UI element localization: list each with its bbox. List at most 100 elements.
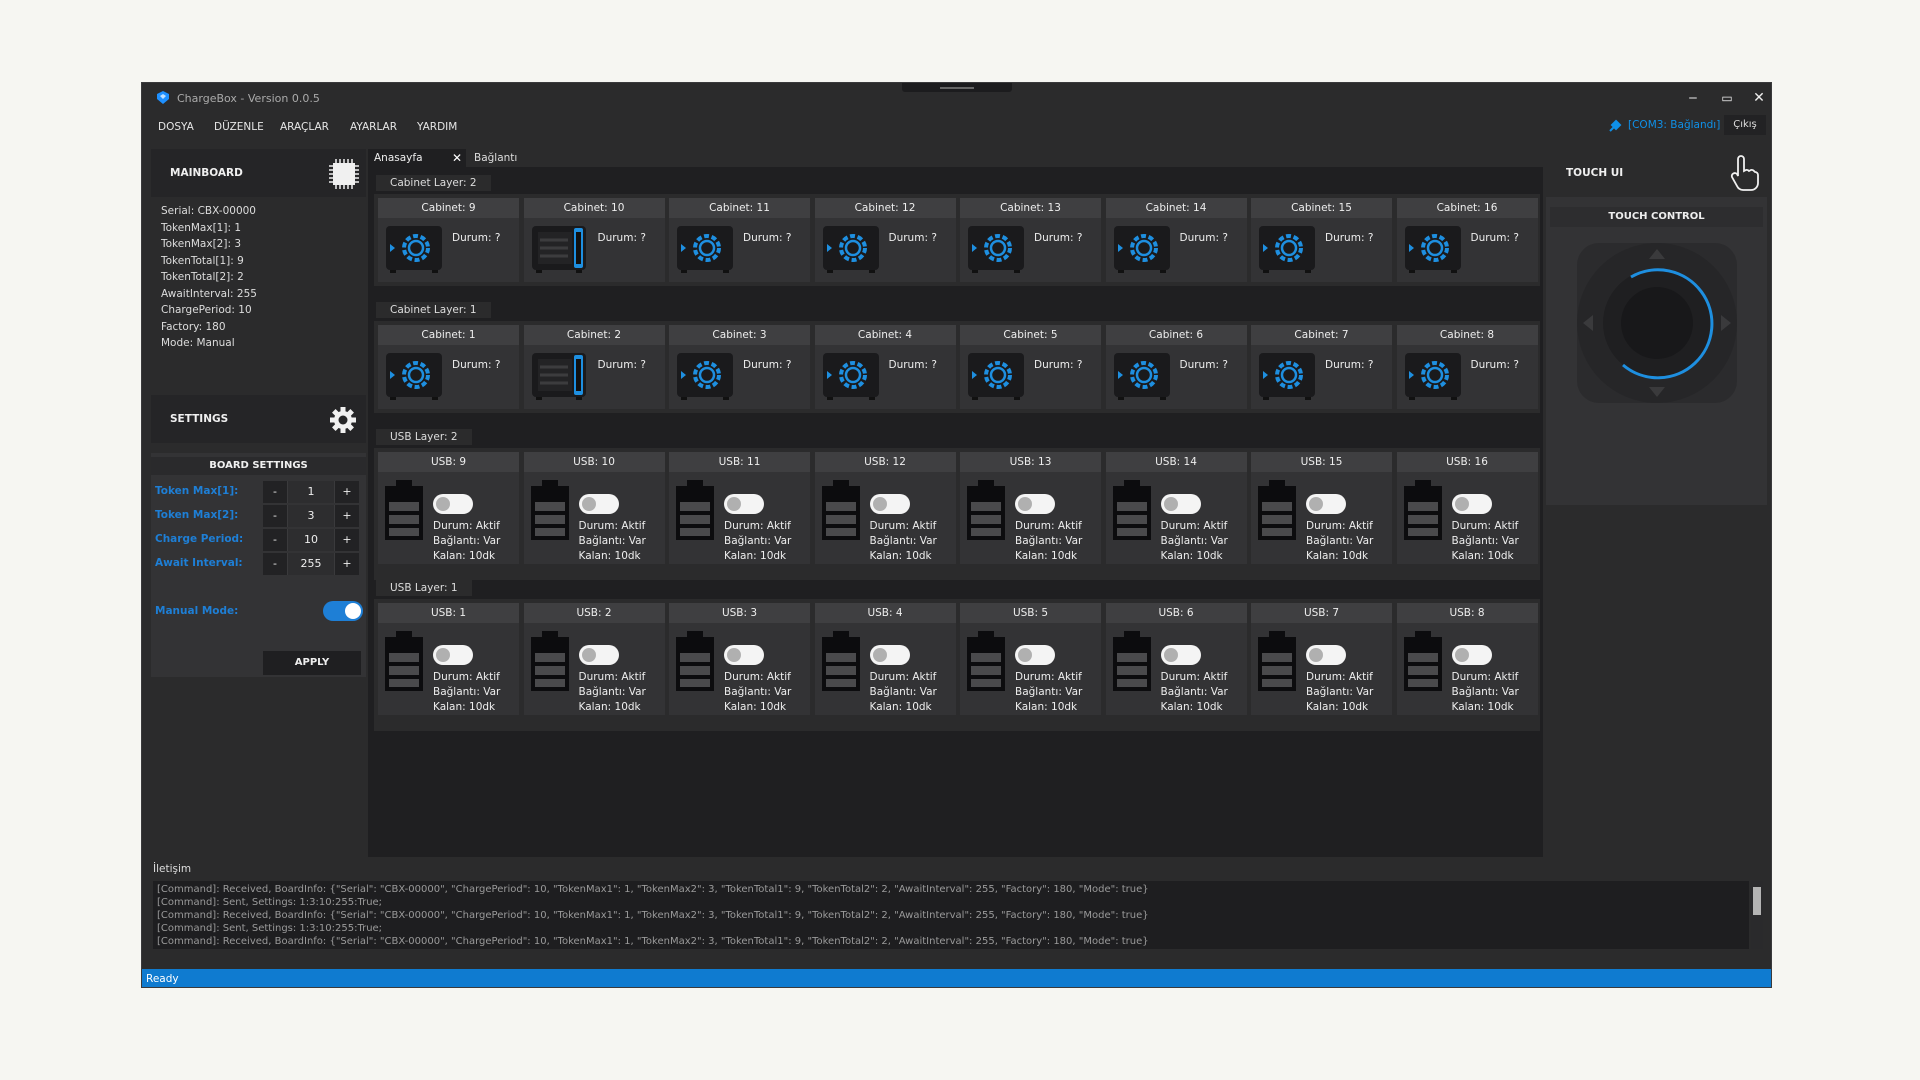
setting-label: Token Max[2]: — [155, 509, 239, 521]
setting-value-input[interactable]: 10 — [287, 529, 335, 551]
usb-status: Durum: Aktif — [1451, 671, 1519, 683]
decrement-button[interactable]: - — [263, 481, 287, 503]
cabinet-safe-icon — [677, 353, 733, 400]
usb-card[interactable]: USB: 7 Durum: Aktif Bağlantı: Var Kalan: 10… — [1251, 603, 1392, 715]
cabinet-card[interactable]: Cabinet: 3 Durum: ? — [669, 325, 810, 409]
decrement-button[interactable]: - — [263, 553, 287, 575]
menu-dosya[interactable]: DOSYA — [158, 121, 194, 133]
usb-card[interactable]: USB: 5 Durum: Aktif Bağlantı: Var Kalan: 10… — [960, 603, 1101, 715]
cabinet-card[interactable]: Cabinet: 2 Durum: ? — [523, 325, 665, 409]
cabinet-card[interactable]: Cabinet: 10 Durum: ? — [523, 198, 665, 282]
usb-card[interactable]: USB: 9 Durum: Aktif Bağlantı: Var Kalan: 10… — [378, 452, 519, 564]
increment-button[interactable]: + — [335, 553, 359, 575]
usb-card[interactable]: USB: 11 Durum: Aktif Bağlantı: Var Kalan: 1… — [669, 452, 810, 564]
hand-pointer-icon[interactable] — [1726, 155, 1760, 191]
usb-power-toggle[interactable] — [1306, 494, 1346, 514]
log-output[interactable]: [Command]: Received, BoardInfo: {"Serial… — [153, 881, 1749, 949]
menu-ayarlar[interactable]: AYARLAR — [350, 121, 397, 133]
cabinet-status: Durum: ? — [452, 232, 501, 244]
usb-power-toggle[interactable] — [1160, 494, 1201, 514]
increment-button[interactable]: + — [335, 481, 359, 503]
setting-value-input[interactable]: 1 — [287, 481, 335, 503]
cabinet-card[interactable]: Cabinet: 16 Durum: ? — [1396, 198, 1538, 282]
usb-card[interactable]: USB: 3 Durum: Aktif Bağlantı: Var Kalan: 10… — [669, 603, 810, 715]
cabinet-card[interactable]: Cabinet: 8 Durum: ? — [1396, 325, 1538, 409]
cabinet-card[interactable]: Cabinet: 7 Durum: ? — [1251, 325, 1392, 409]
status-text: Ready — [146, 973, 179, 985]
tab-close-icon[interactable]: ✕ — [452, 149, 462, 167]
cabinet-status: Durum: ? — [1325, 359, 1374, 371]
usb-card[interactable]: USB: 2 Durum: Aktif Bağlantı: Var Kalan: 10… — [523, 603, 665, 715]
usb-power-toggle[interactable] — [433, 494, 473, 514]
usb-power-toggle[interactable] — [1451, 494, 1492, 514]
increment-button[interactable]: + — [335, 529, 359, 551]
menu-yardim[interactable]: YARDIM — [417, 121, 457, 133]
setting-value-input[interactable]: 255 — [287, 553, 335, 575]
usb-card[interactable]: USB: 8 Durum: Aktif Bağlantı: Var Kalan: 10… — [1396, 603, 1538, 715]
manual-mode-toggle[interactable] — [323, 601, 363, 621]
usb-card[interactable]: USB: 1 Durum: Aktif Bağlantı: Var Kalan: 10… — [378, 603, 519, 715]
usb-connection: Bağlantı: Var — [1306, 535, 1374, 547]
menu-araclar[interactable]: ARAÇLAR — [280, 121, 329, 133]
usb-power-toggle[interactable] — [869, 494, 910, 514]
title-bar[interactable]: ChargeBox - Version 0.0.5 ‒ ▭ ✕ — [142, 83, 1771, 113]
cabinet-card[interactable]: Cabinet: 11 Durum: ? — [669, 198, 810, 282]
usb-power-toggle[interactable] — [724, 645, 764, 665]
usb-card[interactable]: USB: 14 Durum: Aktif Bağlantı: Var Kalan: 1… — [1105, 452, 1247, 564]
usb-power-toggle[interactable] — [1160, 645, 1201, 665]
touch-ui-title: TOUCH UI — [1566, 167, 1624, 179]
cabinet-card[interactable]: Cabinet: 14 Durum: ? — [1105, 198, 1247, 282]
usb-connection: Bağlantı: Var — [578, 686, 646, 698]
cabinet-card[interactable]: Cabinet: 6 Durum: ? — [1105, 325, 1247, 409]
usb-name: USB: 5 — [960, 603, 1101, 623]
gear-icon[interactable] — [328, 405, 358, 435]
cabinet-card[interactable]: Cabinet: 5 Durum: ? — [960, 325, 1101, 409]
usb-power-toggle[interactable] — [1306, 645, 1346, 665]
usb-power-toggle[interactable] — [1015, 494, 1055, 514]
usb-name: USB: 12 — [814, 452, 956, 472]
usb-connection: Bağlantı: Var — [433, 686, 501, 698]
usb-card[interactable]: USB: 10 Durum: Aktif Bağlantı: Var Kalan: 1… — [523, 452, 665, 564]
logout-button[interactable]: Çıkış — [1724, 115, 1766, 135]
cabinet-card[interactable]: Cabinet: 13 Durum: ? — [960, 198, 1101, 282]
maximize-button[interactable]: ▭ — [1716, 87, 1738, 109]
decrement-button[interactable]: - — [263, 529, 287, 551]
usb-remaining: Kalan: 10dk — [433, 550, 496, 562]
joystick-control[interactable] — [1571, 237, 1743, 409]
usb-power-toggle[interactable] — [1015, 645, 1055, 665]
drag-grip[interactable] — [902, 83, 1012, 92]
usb-card[interactable]: USB: 16 Durum: Aktif Bağlantı: Var Kalan: 1… — [1396, 452, 1538, 564]
decrement-button[interactable]: - — [263, 505, 287, 527]
usb-card[interactable]: USB: 15 Durum: Aktif Bağlantı: Var Kalan: 1… — [1251, 452, 1392, 564]
log-line: [Command]: Received, BoardInfo: {"Serial… — [157, 884, 1149, 895]
usb-card[interactable]: USB: 4 Durum: Aktif Bağlantı: Var Kalan: 10… — [814, 603, 956, 715]
setting-value-input[interactable]: 3 — [287, 505, 335, 527]
usb-power-toggle[interactable] — [869, 645, 910, 665]
cabinet-card[interactable]: Cabinet: 12 Durum: ? — [814, 198, 956, 282]
cabinet-card[interactable]: Cabinet: 4 Durum: ? — [814, 325, 956, 409]
minimize-button[interactable]: ‒ — [1682, 87, 1704, 109]
usb-power-toggle[interactable] — [433, 645, 473, 665]
usb-card[interactable]: USB: 6 Durum: Aktif Bağlantı: Var Kalan: 10… — [1105, 603, 1247, 715]
apply-button[interactable]: APPLY — [263, 651, 361, 675]
log-tab-iletisim[interactable]: İletişim — [153, 863, 191, 875]
cabinet-safe-icon — [968, 353, 1024, 400]
cabinet-card[interactable]: Cabinet: 1 Durum: ? — [378, 325, 519, 409]
menu-duzenle[interactable]: DÜZENLE — [214, 121, 264, 133]
usb-power-toggle[interactable] — [578, 494, 619, 514]
usb-power-toggle[interactable] — [724, 494, 764, 514]
log-scrollbar[interactable] — [1751, 881, 1763, 949]
usb-card[interactable]: USB: 12 Durum: Aktif Bağlantı: Var Kalan: 1… — [814, 452, 956, 564]
close-button[interactable]: ✕ — [1748, 87, 1770, 109]
tab-anasayfa[interactable]: Anasayfa ✕ — [368, 149, 466, 167]
cabinet-card[interactable]: Cabinet: 15 Durum: ? — [1251, 198, 1392, 282]
usb-card[interactable]: USB: 13 Durum: Aktif Bağlantı: Var Kalan: 1… — [960, 452, 1101, 564]
usb-power-toggle[interactable] — [578, 645, 619, 665]
usb-info: Durum: Aktif Bağlantı: Var Kalan: 10dk — [724, 670, 791, 715]
increment-button[interactable]: + — [335, 505, 359, 527]
usb-power-toggle[interactable] — [1451, 645, 1492, 665]
cabinet-card[interactable]: Cabinet: 9 Durum: ? — [378, 198, 519, 282]
cabinet-name: Cabinet: 15 — [1251, 198, 1392, 218]
setting-stepper: -10 + — [263, 529, 359, 551]
tab-baglanti[interactable]: Bağlantı — [468, 149, 523, 167]
